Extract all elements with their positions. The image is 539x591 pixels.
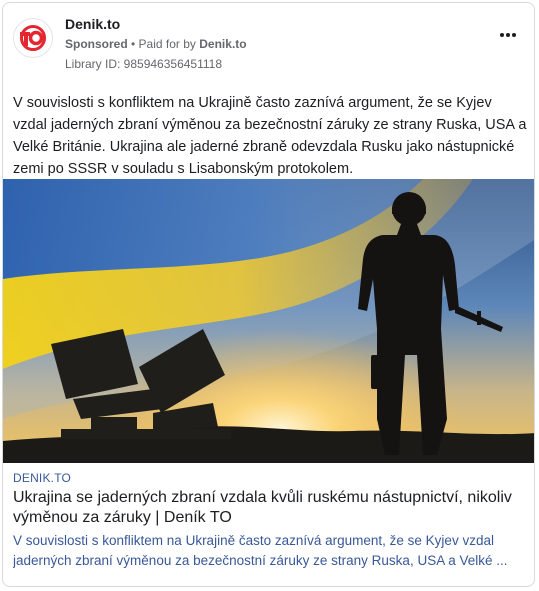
paid-by-link[interactable]: Denik.to [199,37,246,51]
more-dot [506,33,510,37]
ad-image[interactable] [3,179,534,463]
paid-for-prefix: • Paid for by [131,37,196,51]
sponsored-meta: Sponsored • Paid for by Denik.to [65,37,247,51]
sponsored-label: Sponsored [65,37,128,51]
page-name[interactable]: Denik.to [65,16,120,32]
more-horizontal-icon [500,33,504,37]
page-avatar[interactable] [13,18,53,58]
ukraine-flag-soldier-image [3,179,534,463]
more-options-button[interactable] [496,27,520,43]
denik-to-logo-icon [20,25,46,51]
link-preview[interactable]: DENIK.TO Ukrajina se jaderných zbraní vz… [13,471,528,571]
link-description-line-2[interactable]: jaderných zbraní výměnou za bezečnostní … [13,551,528,571]
library-id: Library ID: 985946356451118 [65,57,223,71]
link-description-line-1[interactable]: V souvislosti s konfliktem na Ukrajině č… [13,531,528,551]
ad-header: Denik.to Sponsored • Paid for by Denik.t… [13,15,524,75]
link-domain[interactable]: DENIK.TO [13,471,528,485]
ad-card: Denik.to Sponsored • Paid for by Denik.t… [2,2,535,587]
more-dot [512,33,516,37]
post-text: V souvislosti s konfliktem na Ukrajině č… [13,95,527,177]
link-headline[interactable]: Ukrajina se jaderných zbraní vzdala kvůl… [13,488,528,528]
